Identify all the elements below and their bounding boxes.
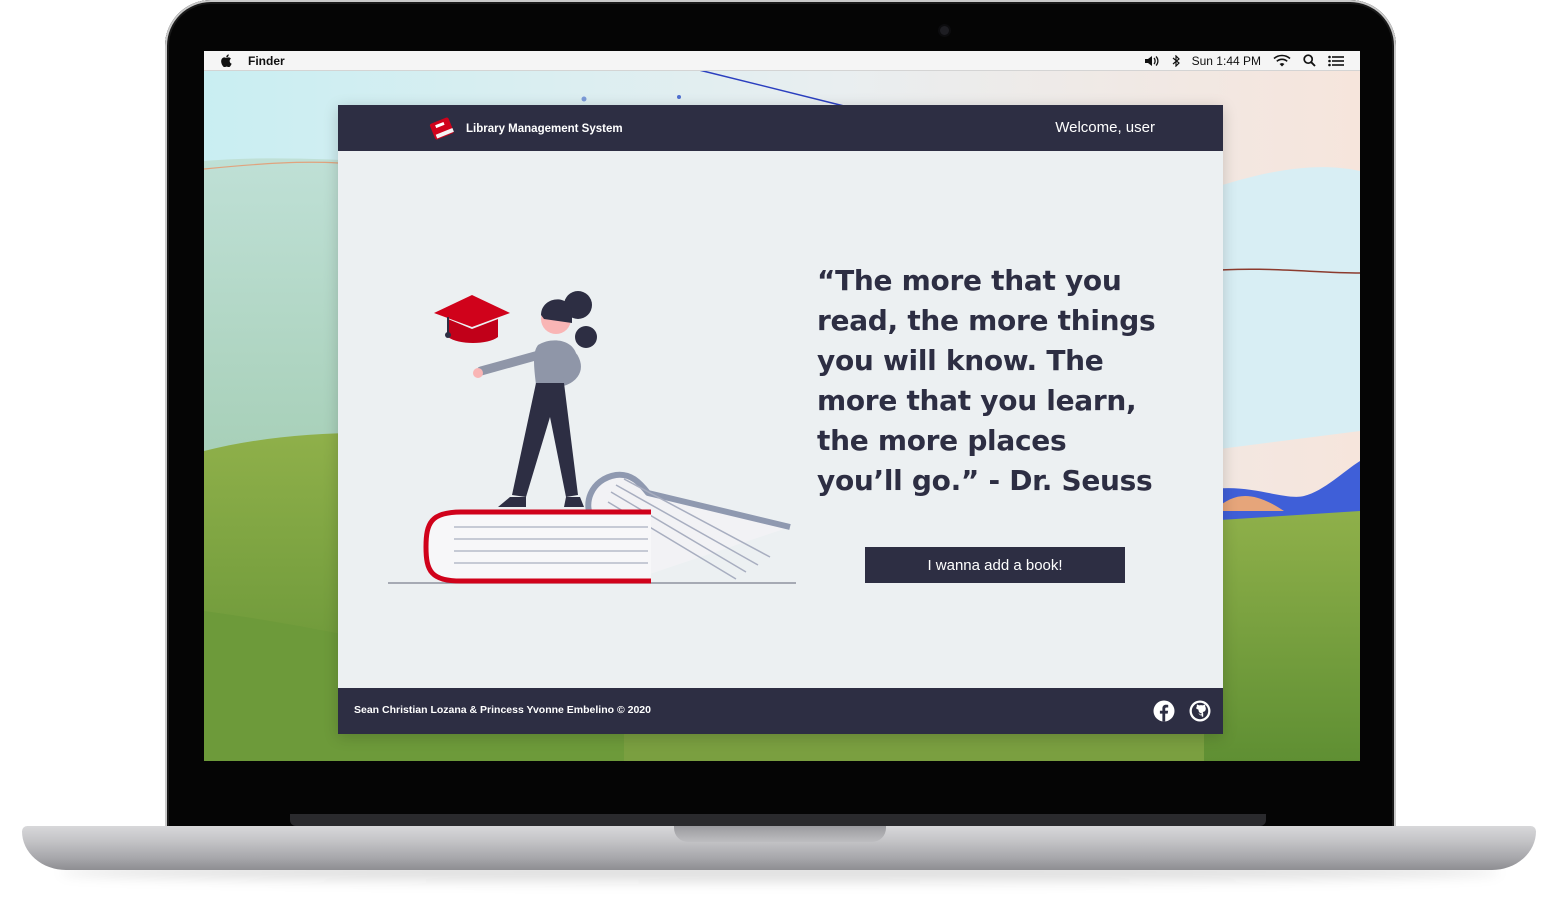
footer-credits: Sean Christian Lozana & Princess Yvonne … — [354, 704, 651, 716]
menubar-app-name[interactable]: Finder — [248, 54, 285, 68]
laptop-notch — [674, 826, 886, 842]
brand[interactable]: Library Management System — [428, 117, 623, 141]
reading-woman-illustration — [388, 291, 796, 584]
hero-section: “The more that you read, the more things… — [338, 151, 1223, 688]
github-icon[interactable] — [1189, 700, 1211, 722]
hero-quote: “The more that you read, the more things… — [817, 264, 1156, 497]
bottom-book-icon — [423, 509, 651, 584]
app-title: Library Management System — [466, 123, 623, 135]
volume-icon[interactable] — [1144, 55, 1160, 67]
social-links — [1153, 700, 1211, 722]
welcome-message: Welcome, user — [1055, 119, 1155, 136]
menubar-clock[interactable]: Sun 1:44 PM — [1192, 54, 1261, 68]
library-app: Library Management System Welcome, user — [338, 105, 1223, 734]
wifi-icon[interactable] — [1273, 54, 1291, 67]
notification-center-icon[interactable] — [1328, 55, 1344, 67]
add-book-button[interactable]: I wanna add a book! — [865, 547, 1125, 583]
graduation-cap-icon — [434, 295, 510, 343]
apple-icon[interactable] — [220, 54, 232, 67]
app-footer: Sean Christian Lozana & Princess Yvonne … — [338, 688, 1223, 734]
menubar-status-area: Sun 1:44 PM — [1144, 54, 1344, 68]
laptop-hinge — [290, 814, 1266, 826]
facebook-icon[interactable] — [1153, 700, 1175, 722]
spotlight-search-icon[interactable] — [1303, 54, 1316, 67]
bluetooth-icon[interactable] — [1172, 54, 1180, 67]
webcam — [940, 26, 949, 35]
menubar: Finder Sun 1:44 PM — [204, 51, 1360, 71]
desktop-screen: Finder Sun 1:44 PM Library Management Sy… — [204, 51, 1360, 761]
book-logo-icon — [429, 117, 454, 140]
app-header: Library Management System Welcome, user — [338, 105, 1223, 151]
